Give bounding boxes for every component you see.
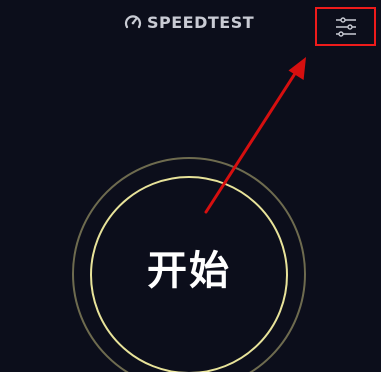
start-button[interactable]: 开始 bbox=[91, 177, 287, 372]
speedtest-screen: SPEEDTEST 开始 bbox=[0, 0, 381, 372]
start-button-label: 开始 bbox=[147, 248, 231, 294]
